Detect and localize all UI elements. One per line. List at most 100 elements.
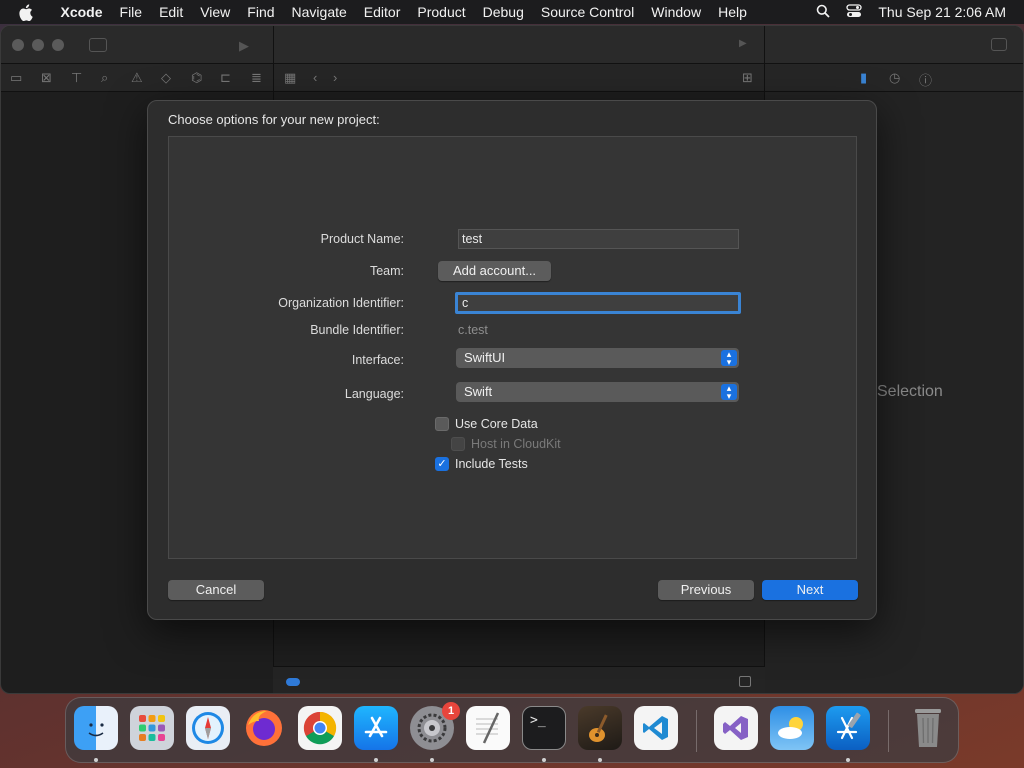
org-identifier-field[interactable]: c [455, 292, 741, 314]
folder-icon[interactable]: ▭ [10, 70, 22, 86]
interface-label: Interface: [351, 353, 404, 367]
safari-icon[interactable] [186, 706, 230, 750]
trash-icon[interactable] [906, 706, 950, 750]
history-inspector-icon[interactable]: ◷ [889, 70, 900, 86]
vscode-icon[interactable] [634, 706, 678, 750]
report-navigator-icon[interactable]: ≣ [251, 70, 262, 86]
run-icon[interactable]: ▶ [239, 38, 249, 54]
menu-window[interactable]: Window [643, 4, 710, 20]
language-popup[interactable]: Swift ▴ ▾ [456, 382, 739, 402]
new-project-sheet: Choose options for your new project: Pro… [147, 100, 877, 620]
host-in-cloudkit-label: Host in CloudKit [471, 437, 561, 451]
control-center-icon[interactable] [846, 3, 863, 21]
notification-badge: 1 [442, 702, 460, 720]
debug-navigator-icon[interactable]: ⌬ [191, 70, 202, 86]
menu-edit[interactable]: Edit [151, 4, 192, 20]
include-tests-checkbox[interactable]: ✓ [435, 457, 449, 471]
menu-app-name[interactable]: Xcode [52, 4, 111, 20]
finder-icon[interactable] [74, 706, 118, 750]
menu-editor[interactable]: Editor [355, 4, 409, 20]
breakpoint-navigator-icon[interactable]: ⊏ [220, 70, 231, 86]
use-core-data-checkbox[interactable] [435, 417, 449, 431]
menu-file[interactable]: File [111, 4, 151, 20]
help-inspector-icon[interactable]: ⓘ [919, 70, 932, 89]
zoom-window-button[interactable] [52, 39, 64, 51]
visual-studio-icon[interactable] [714, 706, 758, 750]
running-indicator [598, 758, 602, 762]
apple-logo-icon[interactable] [18, 3, 36, 21]
running-indicator [94, 758, 98, 762]
menu-bar-extras: Thu Sep 21 2:06 AM [816, 0, 1006, 24]
org-identifier-label: Organization Identifier: [278, 296, 404, 310]
minimize-window-button[interactable] [32, 39, 44, 51]
previous-button[interactable]: Previous [658, 580, 754, 600]
running-indicator [846, 758, 850, 762]
sheet-title: Choose options for your new project: [168, 112, 380, 127]
textedit-icon[interactable] [466, 706, 510, 750]
cancel-button[interactable]: Cancel [168, 580, 264, 600]
close-window-button[interactable] [12, 39, 24, 51]
forward-icon[interactable]: › [333, 70, 337, 85]
source-control-icon[interactable]: ⊠ [41, 70, 52, 86]
add-editor-icon[interactable]: ⊞ [742, 70, 753, 86]
menu-navigate[interactable]: Navigate [283, 4, 355, 20]
popup-chevron-icon: ▴ ▾ [721, 384, 737, 401]
traffic-lights [12, 39, 64, 51]
menu-view[interactable]: View [192, 4, 239, 20]
console-toggle-icon[interactable] [739, 676, 751, 687]
bundle-identifier-value: c.test [458, 323, 488, 337]
include-tests-label: Include Tests [455, 457, 528, 471]
dock: 1 >_ [65, 697, 959, 763]
symbol-navigator-icon[interactable]: ⊤ [71, 70, 82, 86]
inspector-toggle-icon[interactable] [991, 38, 1007, 51]
grid-icon[interactable]: ▦ [284, 70, 296, 86]
language-label: Language: [344, 387, 404, 401]
menu-clock[interactable]: Thu Sep 21 2:06 AM [878, 4, 1006, 20]
use-core-data-label: Use Core Data [455, 417, 538, 431]
launchpad-icon[interactable] [130, 706, 174, 750]
find-navigator-icon[interactable]: ⌕ [101, 70, 108, 86]
add-account-button[interactable]: Add account... [438, 261, 551, 281]
menu-debug[interactable]: Debug [474, 4, 532, 20]
interface-value: SwiftUI [464, 350, 506, 365]
running-indicator [430, 758, 434, 762]
terminal-prompt-glyph: >_ [530, 713, 546, 728]
running-indicator [374, 758, 378, 762]
sidebar-toggle-icon[interactable] [89, 38, 107, 52]
menu-product[interactable]: Product [409, 4, 474, 20]
spotlight-search-icon[interactable] [816, 4, 830, 21]
weather-icon[interactable] [770, 706, 814, 750]
xcode-icon[interactable] [826, 706, 870, 750]
issue-navigator-icon[interactable]: ⚠ [131, 70, 143, 86]
host-in-cloudkit-checkbox[interactable] [451, 437, 465, 451]
interface-popup[interactable]: SwiftUI ▴ ▾ [456, 348, 739, 368]
dock-separator [696, 710, 697, 752]
navigator-toolbar [1, 64, 1023, 92]
next-button[interactable]: Next [762, 580, 858, 600]
dock-separator [888, 710, 889, 752]
options-panel: Product Name: test Team: Add account... … [168, 136, 857, 559]
chrome-icon[interactable] [298, 706, 342, 750]
language-value: Swift [464, 384, 493, 399]
back-icon[interactable]: ‹ [313, 70, 317, 85]
running-indicator [542, 758, 546, 762]
test-navigator-icon[interactable]: ◇ [161, 70, 171, 86]
debug-area-toggle[interactable] [286, 678, 300, 686]
app-store-icon[interactable] [354, 706, 398, 750]
scheme-play-icon[interactable]: ▶ [739, 38, 747, 49]
no-selection-label: Selection [877, 383, 943, 400]
product-name-field[interactable]: test [458, 229, 739, 249]
terminal-icon[interactable]: >_ [522, 706, 566, 750]
file-inspector-icon[interactable]: ▮ [860, 70, 867, 86]
menu-find[interactable]: Find [239, 4, 283, 20]
product-name-label: Product Name: [320, 232, 404, 246]
menu-help[interactable]: Help [710, 4, 756, 20]
menu-source-control[interactable]: Source Control [532, 4, 642, 20]
firefox-icon[interactable] [242, 706, 286, 750]
menu-bar: Xcode File Edit View Find Navigate Edito… [0, 0, 1024, 24]
bundle-identifier-label: Bundle Identifier: [310, 323, 404, 337]
debug-bar [273, 666, 765, 693]
window-titlebar: ▶ ▶ [1, 26, 1023, 64]
popup-chevron-icon: ▴ ▾ [721, 350, 737, 367]
garageband-icon[interactable] [578, 706, 622, 750]
